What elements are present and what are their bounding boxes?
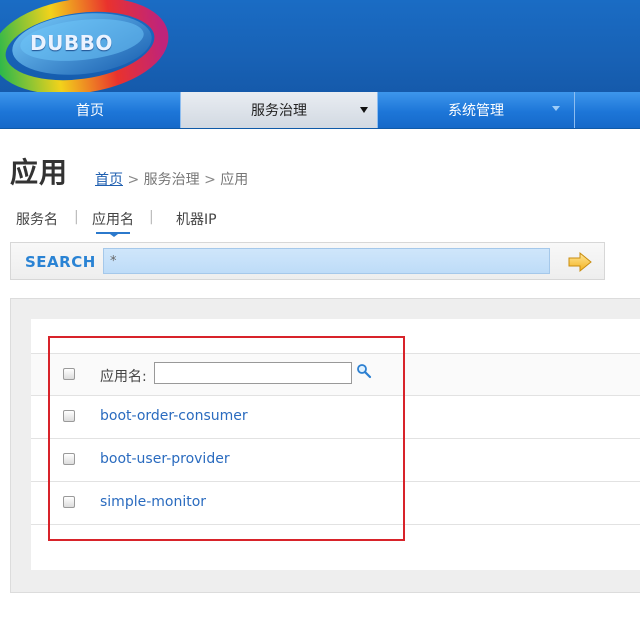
nav-item-service-governance[interactable]: 服务治理: [181, 92, 377, 128]
breadcrumb-separator: >: [127, 172, 140, 188]
page-title: 应用: [10, 156, 69, 189]
application-link[interactable]: simple-monitor: [100, 494, 206, 510]
tab-divider: |: [74, 209, 79, 225]
magnifier-icon[interactable]: [356, 363, 372, 379]
dubbo-logo[interactable]: DUBBO: [0, 0, 170, 92]
arrow-right-icon[interactable]: [567, 251, 593, 273]
nav-divider: [574, 92, 575, 128]
table-header-row: 应用名:: [31, 353, 640, 396]
nav-item-label: 系统管理: [448, 103, 504, 119]
nav-item-system-management[interactable]: 系统管理: [378, 92, 574, 128]
nav-item-home[interactable]: 首页: [0, 92, 180, 128]
results-table: 应用名: boot-order-consumer boot-user-provi…: [31, 319, 640, 570]
main-nav: 首页 服务治理 系统管理: [0, 92, 640, 129]
application-link[interactable]: boot-user-provider: [100, 451, 230, 467]
application-filter-input[interactable]: [154, 362, 352, 384]
search-bar: SEARCH: [10, 242, 605, 280]
logo-text: DUBBO: [30, 31, 113, 55]
tab-application-name[interactable]: 应用名: [92, 209, 134, 229]
select-all-checkbox[interactable]: [63, 368, 75, 380]
tab-divider: |: [149, 209, 154, 225]
search-input[interactable]: [103, 248, 550, 274]
breadcrumb-current: 应用: [220, 172, 249, 188]
application-link[interactable]: boot-order-consumer: [100, 408, 248, 424]
dropdown-arrow-icon: [360, 107, 368, 113]
breadcrumb-home-link[interactable]: 首页: [95, 172, 123, 188]
row-checkbox[interactable]: [63, 410, 75, 422]
breadcrumb: 首页 > 服务治理 > 应用: [95, 169, 248, 189]
breadcrumb-section: 服务治理: [143, 172, 200, 188]
app-header: DUBBO: [0, 0, 640, 92]
row-checkbox[interactable]: [63, 496, 75, 508]
table-row: boot-order-consumer: [31, 396, 640, 439]
tab-service-name[interactable]: 服务名: [16, 209, 58, 229]
table-row: boot-user-provider: [31, 439, 640, 482]
nav-item-label: 服务治理: [251, 103, 307, 119]
results-panel: 应用名: boot-order-consumer boot-user-provi…: [10, 298, 640, 593]
column-label-application-name: 应用名:: [100, 369, 147, 385]
search-label: SEARCH: [25, 253, 96, 271]
breadcrumb-separator: >: [204, 172, 216, 188]
row-checkbox[interactable]: [63, 453, 75, 465]
table-row: simple-monitor: [31, 482, 640, 525]
dropdown-arrow-icon: [552, 106, 560, 111]
active-tab-pointer-icon: [110, 234, 118, 237]
tab-machine-ip[interactable]: 机器IP: [176, 209, 217, 229]
